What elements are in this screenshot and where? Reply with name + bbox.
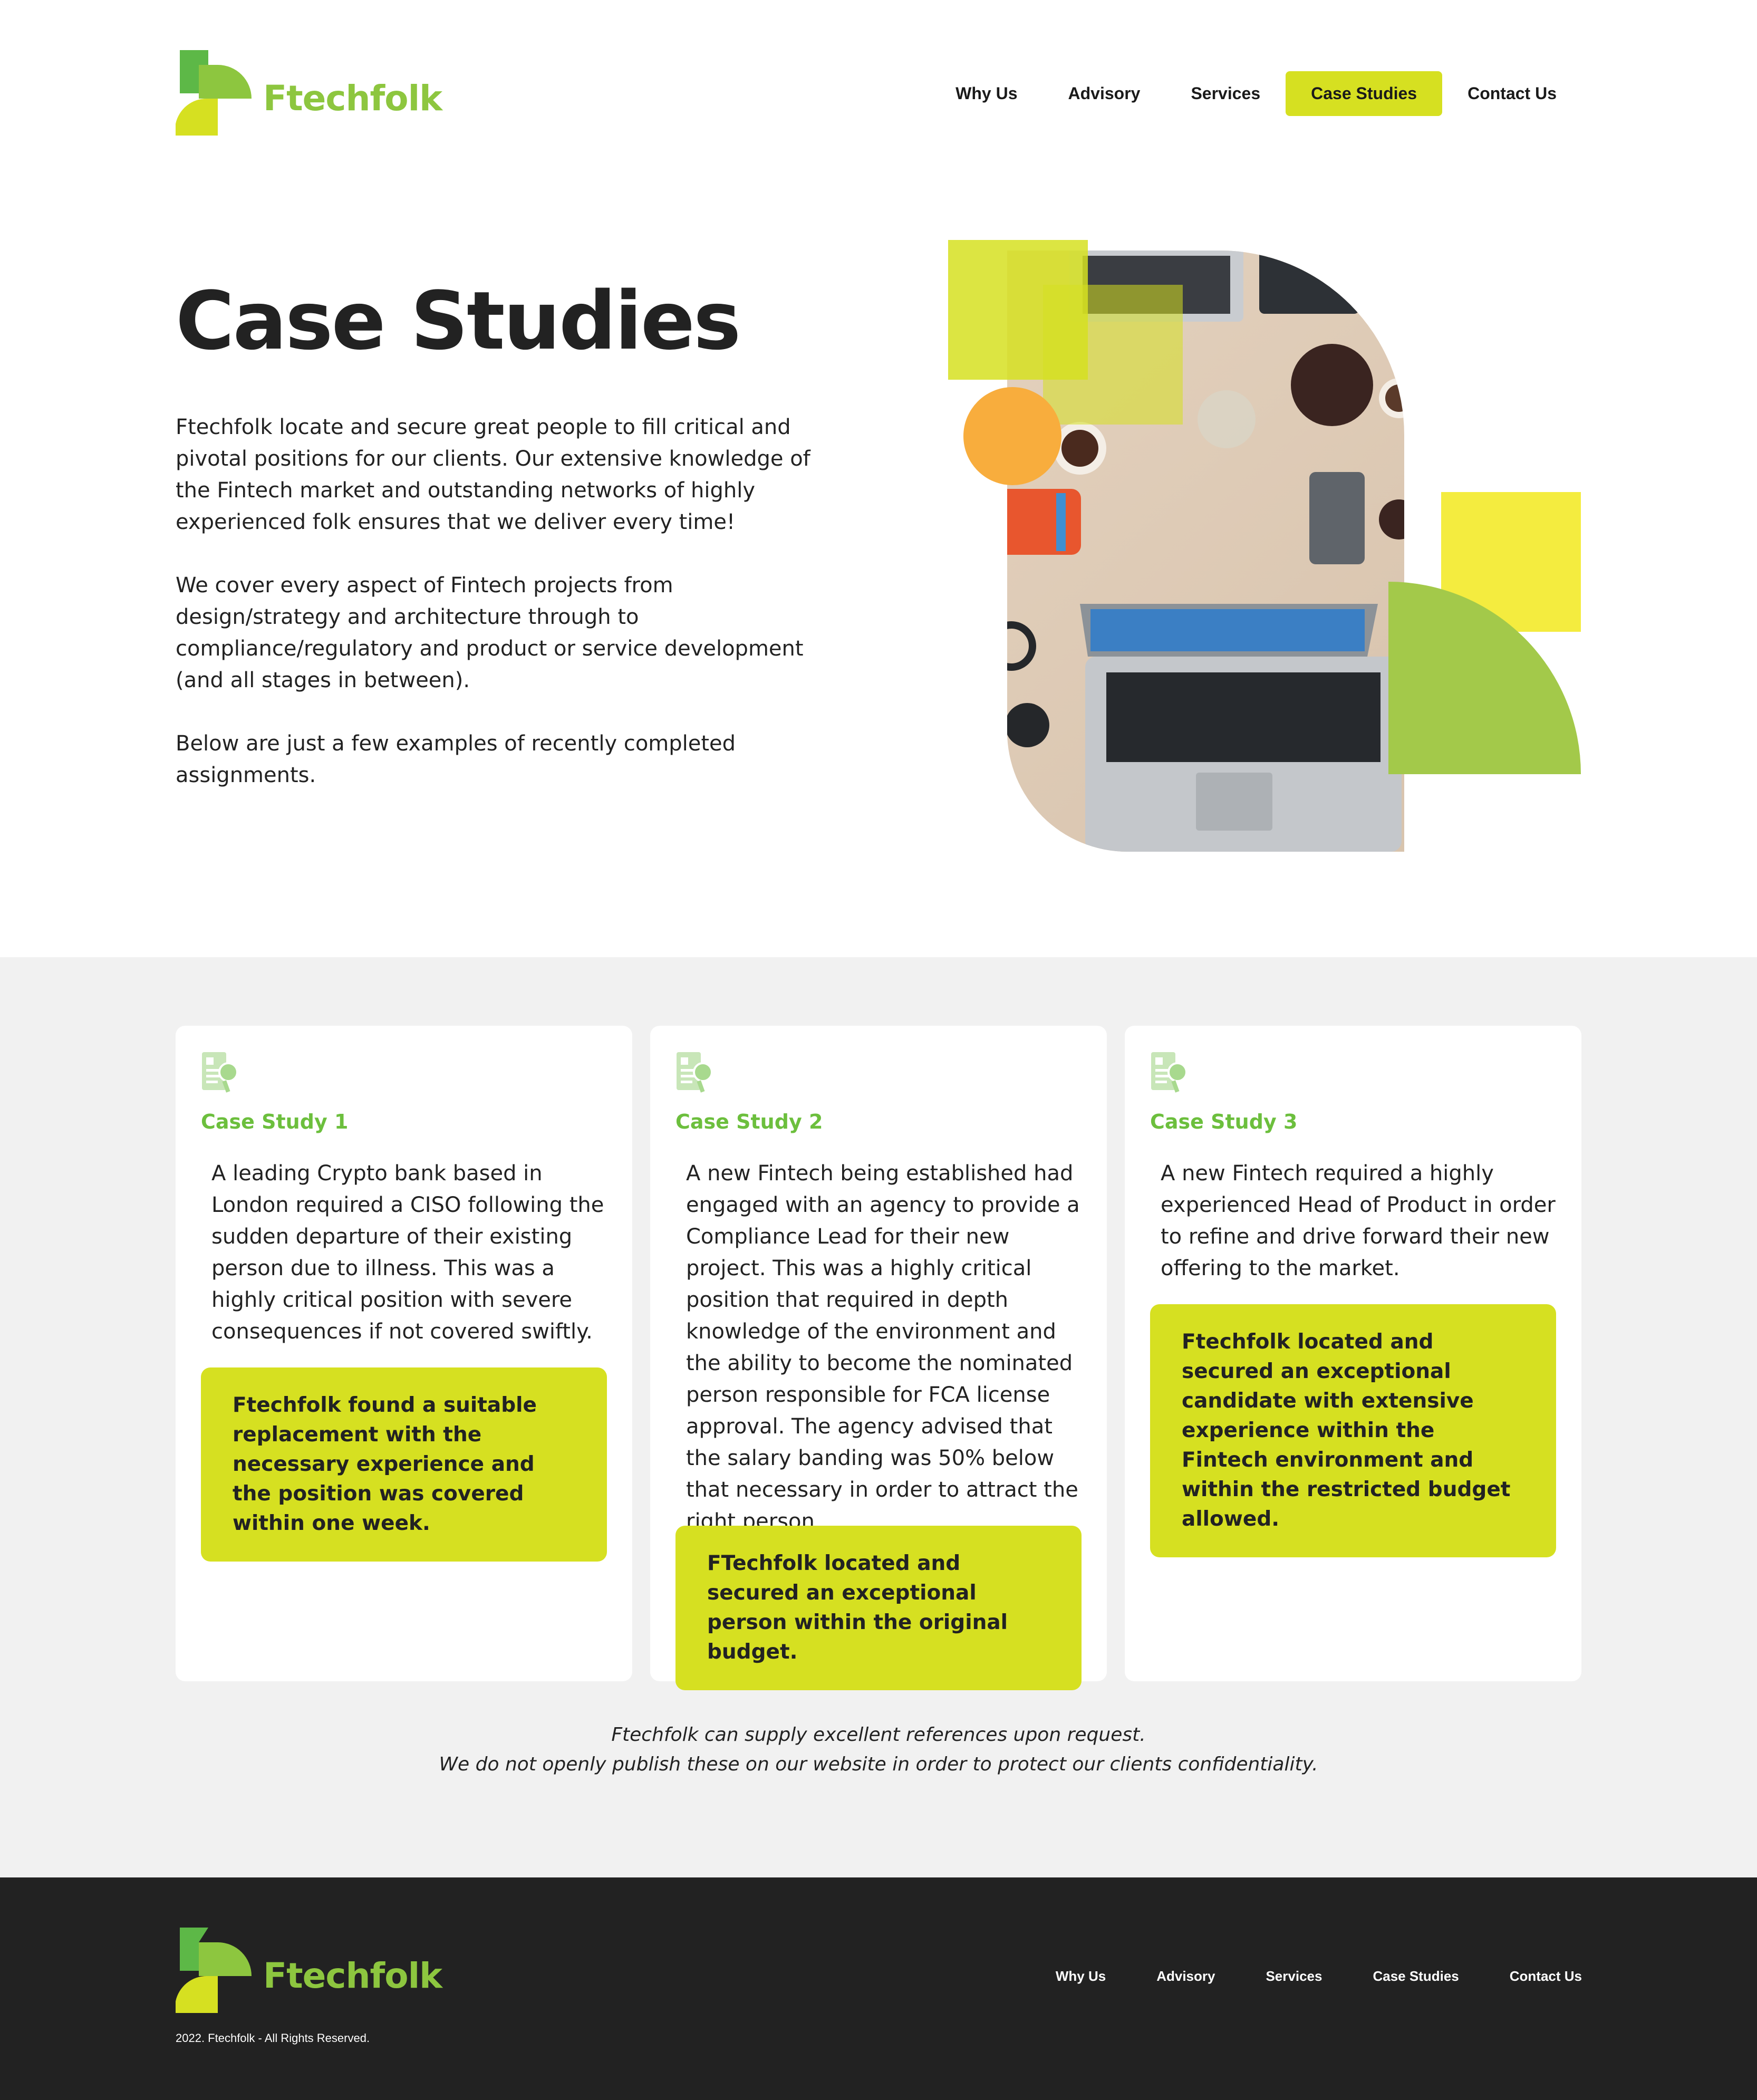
lime-overlay-square-shape bbox=[1043, 285, 1183, 425]
footer-nav-why-us[interactable]: Why Us bbox=[1056, 1968, 1106, 1985]
references-note: Ftechfolk can supply excellent reference… bbox=[0, 1720, 1757, 1779]
case-study-card-1: Case Study 1 A leading Crypto bank based… bbox=[176, 1026, 632, 1681]
footer-brand-name: Ftechfolk bbox=[263, 1955, 442, 1996]
brand-logo[interactable]: Ftechfolk bbox=[176, 50, 442, 136]
hero-illustration bbox=[948, 240, 1581, 852]
case-study-card-2: Case Study 2 A new Fintech being establi… bbox=[650, 1026, 1107, 1690]
case-study-result: Ftechfolk located and secured an excepti… bbox=[1150, 1304, 1556, 1557]
site-header: Ftechfolk Why Us Advisory Services Case … bbox=[0, 0, 1757, 158]
nav-services[interactable]: Services bbox=[1165, 71, 1286, 116]
case-study-description: A new Fintech required a highly experien… bbox=[1161, 1161, 1556, 1280]
intro-paragraph-1: Ftechfolk locate and secure great people… bbox=[176, 415, 810, 534]
site-footer: Ftechfolk Why Us Advisory Services Case … bbox=[0, 1877, 1757, 2100]
ftechfolk-logo-icon bbox=[176, 1928, 252, 2013]
nav-contact-us[interactable]: Contact Us bbox=[1442, 71, 1582, 116]
case-study-result: Ftechfolk found a suitable replacement w… bbox=[201, 1367, 607, 1562]
document-search-icon bbox=[677, 1052, 713, 1093]
case-study-result: FTechfolk located and secured an excepti… bbox=[675, 1526, 1082, 1690]
page-title: Case Studies bbox=[176, 274, 741, 368]
ftechfolk-logo-icon bbox=[176, 50, 252, 136]
references-note-line-2: We do not openly publish these on our we… bbox=[439, 1754, 1318, 1775]
nav-advisory[interactable]: Advisory bbox=[1043, 71, 1166, 116]
case-study-description: A leading Crypto bank based in London re… bbox=[211, 1161, 604, 1344]
nav-case-studies[interactable]: Case Studies bbox=[1286, 71, 1443, 116]
intro-paragraph-3: Below are just a few examples of recentl… bbox=[176, 731, 736, 787]
case-study-description: A new Fintech being established had enga… bbox=[686, 1161, 1080, 1534]
orange-circle-shape bbox=[963, 387, 1061, 485]
document-search-icon bbox=[1151, 1052, 1188, 1093]
brand-name: Ftechfolk bbox=[263, 78, 442, 119]
nav-why-us[interactable]: Why Us bbox=[930, 71, 1042, 116]
footer-brand-logo[interactable]: Ftechfolk bbox=[176, 1928, 442, 2013]
case-study-title: Case Study 1 bbox=[201, 1110, 349, 1133]
copyright-text: 2022. Ftechfolk - All Rights Reserved. bbox=[176, 2031, 370, 2045]
hero-intro: Ftechfolk locate and secure great people… bbox=[176, 411, 824, 823]
footer-nav-contact-us[interactable]: Contact Us bbox=[1510, 1968, 1582, 1985]
case-study-card-3: Case Study 3 A new Fintech required a hi… bbox=[1125, 1026, 1581, 1681]
case-study-title: Case Study 3 bbox=[1150, 1110, 1298, 1133]
case-study-title: Case Study 2 bbox=[675, 1110, 823, 1133]
references-note-line-1: Ftechfolk can supply excellent reference… bbox=[611, 1724, 1146, 1746]
main-nav: Why Us Advisory Services Case Studies Co… bbox=[930, 71, 1582, 116]
footer-nav: Why Us Advisory Services Case Studies Co… bbox=[1056, 1968, 1582, 1985]
footer-nav-case-studies[interactable]: Case Studies bbox=[1373, 1968, 1459, 1985]
document-search-icon bbox=[202, 1052, 238, 1093]
intro-paragraph-2: We cover every aspect of Fintech project… bbox=[176, 573, 804, 692]
footer-nav-services[interactable]: Services bbox=[1266, 1968, 1322, 1985]
footer-nav-advisory[interactable]: Advisory bbox=[1156, 1968, 1215, 1985]
